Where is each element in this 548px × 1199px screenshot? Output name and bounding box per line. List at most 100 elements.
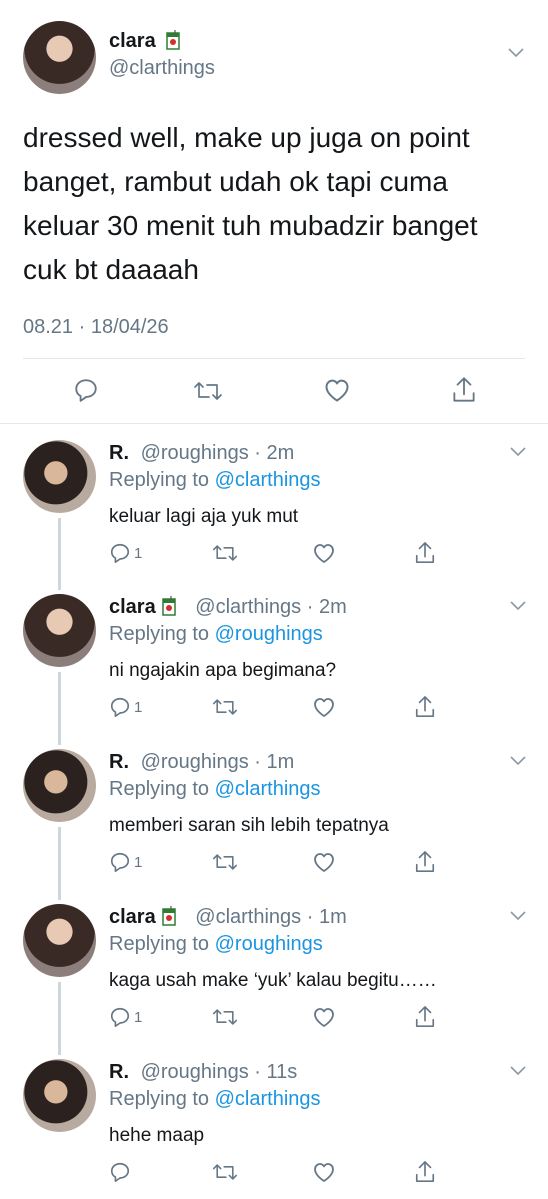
divider bbox=[0, 423, 548, 424]
thread-line bbox=[58, 827, 61, 900]
avatar[interactable] bbox=[23, 749, 96, 822]
thread-line bbox=[58, 672, 61, 745]
retweet-icon[interactable] bbox=[212, 1006, 238, 1028]
like-icon[interactable] bbox=[312, 542, 336, 564]
replying-to-link[interactable]: @clarthings bbox=[215, 778, 321, 800]
share-icon[interactable] bbox=[414, 1159, 436, 1185]
reply-time[interactable]: 11s bbox=[267, 1061, 298, 1083]
replying-to: Replying to @clarthings bbox=[109, 778, 321, 801]
reply-author-line: R. @roughings · 1m bbox=[109, 751, 294, 774]
reply-text: kaga usah make ‘yuk’ kalau begitu…… bbox=[109, 970, 437, 991]
reply-display-name[interactable]: R. bbox=[109, 751, 129, 773]
retweet-icon[interactable] bbox=[212, 696, 238, 718]
share-icon[interactable] bbox=[414, 849, 436, 875]
reply-action[interactable]: 1 bbox=[109, 851, 142, 873]
juice-box-icon bbox=[161, 906, 176, 926]
replying-to-link[interactable]: @roughings bbox=[215, 623, 323, 645]
reply-action[interactable]: 1 bbox=[109, 542, 142, 564]
thread-line bbox=[58, 518, 61, 590]
retweet-icon[interactable] bbox=[212, 1161, 238, 1183]
share-icon[interactable] bbox=[414, 694, 436, 720]
reply-text: keluar lagi aja yuk mut bbox=[109, 506, 299, 527]
juice-box-icon bbox=[166, 30, 180, 50]
chevron-down-icon[interactable] bbox=[507, 47, 525, 59]
reply-display-name[interactable]: R. bbox=[109, 1061, 129, 1083]
replying-to: Replying to @roughings bbox=[109, 933, 323, 956]
replying-label: Replying to bbox=[109, 778, 210, 800]
reply-handle[interactable]: @roughings bbox=[141, 442, 249, 464]
reply-time[interactable]: 2m bbox=[319, 596, 347, 618]
reply-separator: · bbox=[248, 442, 267, 464]
reply-handle[interactable]: @clarthings bbox=[195, 596, 301, 618]
like-icon[interactable] bbox=[312, 1161, 336, 1183]
replying-to-link[interactable]: @clarthings bbox=[215, 1088, 321, 1110]
chevron-down-icon[interactable] bbox=[509, 1065, 527, 1077]
chevron-down-icon[interactable] bbox=[509, 910, 527, 922]
like-icon[interactable] bbox=[312, 696, 336, 718]
timestamp[interactable]: 08.21 · 18/04/26 bbox=[23, 316, 169, 339]
retweet-icon[interactable] bbox=[193, 378, 223, 404]
replying-to-link[interactable]: @roughings bbox=[215, 933, 323, 955]
replying-label: Replying to bbox=[109, 469, 210, 491]
reply-icon bbox=[110, 852, 130, 872]
replying-to: Replying to @roughings bbox=[109, 623, 323, 646]
reply-count: 1 bbox=[134, 853, 143, 871]
reply-text: hehe maap bbox=[109, 1125, 205, 1146]
reply-time[interactable]: 2m bbox=[267, 442, 295, 464]
reply-action[interactable]: 1 bbox=[109, 696, 142, 718]
reply-text: ni ngajakin apa begimana? bbox=[109, 660, 337, 681]
handle[interactable]: @clarthings bbox=[109, 57, 215, 80]
like-icon[interactable] bbox=[312, 1006, 336, 1028]
tweet-text: dressed well, make up juga on point bang… bbox=[23, 122, 478, 285]
reply-separator: · bbox=[301, 596, 319, 618]
reply-handle[interactable]: @clarthings bbox=[195, 906, 301, 928]
divider bbox=[23, 358, 525, 359]
chevron-down-icon[interactable] bbox=[509, 755, 527, 767]
retweet-icon[interactable] bbox=[212, 851, 238, 873]
avatar[interactable] bbox=[23, 440, 96, 513]
reply-action[interactable] bbox=[109, 1161, 134, 1183]
reply-display-name[interactable]: R. bbox=[109, 442, 129, 464]
reply-icon bbox=[110, 1162, 130, 1182]
reply-separator: · bbox=[248, 1061, 267, 1083]
display-name[interactable]: clara bbox=[109, 30, 156, 52]
reply-action[interactable]: 1 bbox=[109, 1006, 142, 1028]
reply-icon[interactable] bbox=[73, 377, 99, 403]
reply-display-name[interactable]: clara bbox=[109, 596, 156, 618]
reply-handle[interactable]: @roughings bbox=[141, 751, 249, 773]
avatar-clara[interactable] bbox=[23, 21, 96, 94]
chevron-down-icon[interactable] bbox=[509, 446, 527, 458]
share-icon[interactable] bbox=[414, 540, 436, 566]
reply-separator: · bbox=[301, 906, 319, 928]
reply-author-line: clara @clarthings · 2m bbox=[109, 596, 347, 619]
replying-label: Replying to bbox=[109, 933, 210, 955]
avatar[interactable] bbox=[23, 904, 96, 977]
reply-author-line: clara @clarthings · 1m bbox=[109, 906, 347, 929]
replying-label: Replying to bbox=[109, 1088, 210, 1110]
reply-icon bbox=[110, 1007, 130, 1027]
reply-count: 1 bbox=[134, 1008, 143, 1026]
share-icon[interactable] bbox=[451, 375, 477, 405]
thread-line bbox=[58, 982, 61, 1055]
reply-count: 1 bbox=[134, 698, 143, 716]
like-icon[interactable] bbox=[312, 851, 336, 873]
reply-author-line: R. @roughings · 2m bbox=[109, 442, 294, 465]
reply-author-line: R. @roughings · 11s bbox=[109, 1061, 297, 1084]
avatar[interactable] bbox=[23, 594, 96, 667]
reply-display-name[interactable]: clara bbox=[109, 906, 156, 928]
author-line: clara bbox=[109, 30, 180, 53]
juice-box-icon bbox=[161, 596, 176, 616]
like-icon[interactable] bbox=[323, 377, 351, 403]
reply-time[interactable]: 1m bbox=[319, 906, 347, 928]
reply-time[interactable]: 1m bbox=[267, 751, 295, 773]
replying-to: Replying to @clarthings bbox=[109, 1088, 321, 1111]
share-icon[interactable] bbox=[414, 1004, 436, 1030]
avatar[interactable] bbox=[23, 1059, 96, 1132]
replying-label: Replying to bbox=[109, 623, 210, 645]
chevron-down-icon[interactable] bbox=[509, 600, 527, 612]
reply-icon bbox=[110, 697, 130, 717]
reply-handle[interactable]: @roughings bbox=[141, 1061, 249, 1083]
retweet-icon[interactable] bbox=[212, 542, 238, 564]
replying-to-link[interactable]: @clarthings bbox=[215, 469, 321, 491]
reply-icon bbox=[110, 543, 130, 563]
